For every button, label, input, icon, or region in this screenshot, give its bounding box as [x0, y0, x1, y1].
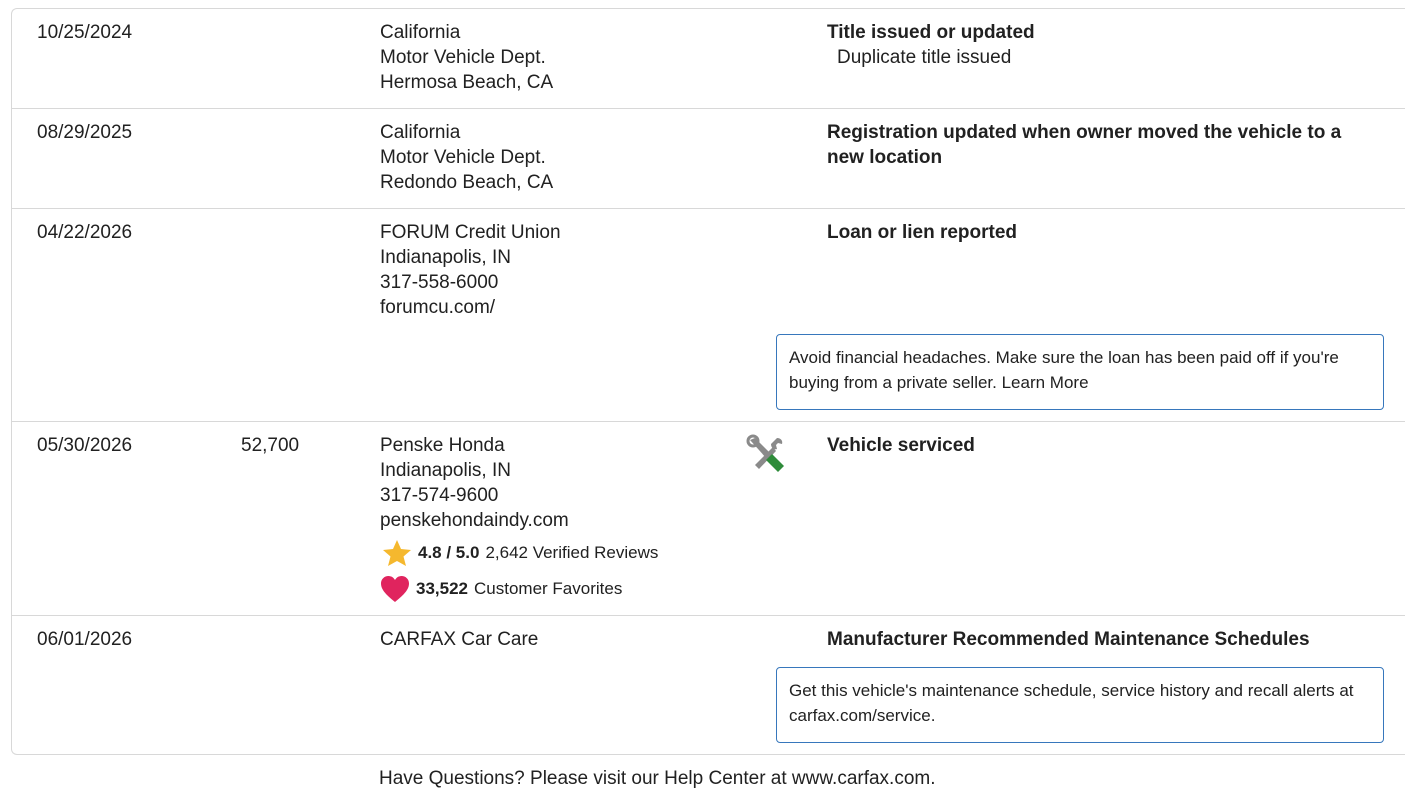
source-line: Hermosa Beach, CA: [380, 72, 554, 93]
source-line: Indianapolis, IN: [380, 460, 511, 481]
event-headline: Loan or lien reported: [827, 222, 1018, 243]
favorites-label: Customer Favorites: [474, 579, 623, 598]
date-cell: 05/30/2026: [37, 435, 133, 456]
comments-cell: Manufacturer Recommended Maintenance Sch…: [827, 627, 1405, 652]
rating-line[interactable]: 4.8 / 5.0 2,642 Verified Reviews: [382, 539, 658, 567]
source-line: CARFAX Car Care: [380, 629, 539, 650]
favorites-count: 33,522: [416, 579, 468, 598]
source-line: Indianapolis, IN: [380, 247, 511, 268]
event-headline: Manufacturer Recommended Maintenance Sch…: [827, 629, 1310, 650]
review-count: 2,642 Verified Reviews: [485, 543, 659, 562]
rating-score: 4.8 / 5.0: [418, 543, 480, 562]
date-cell: 10/25/2024: [37, 22, 133, 43]
comments-cell: Vehicle serviced: [827, 433, 1387, 458]
source-line: Motor Vehicle Dept.: [380, 47, 546, 68]
source-line: Redondo Beach, CA: [380, 172, 554, 193]
service-tools-icon: [746, 434, 786, 481]
source-cell: FORUM Credit Union Indianapolis, IN 317-…: [380, 220, 561, 320]
source-cell: California Motor Vehicle Dept. Hermosa B…: [380, 20, 553, 95]
table-row: 04/22/2026 FORUM Credit Union Indianapol…: [12, 208, 1405, 421]
loan-info-callout[interactable]: Avoid financial headaches. Make sure the…: [776, 334, 1384, 410]
source-cell: Penske Honda Indianapolis, IN 317-574-96…: [380, 433, 658, 603]
source-cell: CARFAX Car Care: [380, 627, 538, 652]
source-link[interactable]: forumcu.com/: [380, 295, 561, 320]
date-cell: 08/29/2025: [37, 122, 133, 143]
event-headline: Title issued or updated: [827, 22, 1035, 43]
source-line: FORUM Credit Union: [380, 222, 561, 243]
comments-cell: Registration updated when owner moved th…: [827, 120, 1372, 170]
event-headline: Registration updated when owner moved th…: [827, 122, 1342, 168]
comments-cell: Loan or lien reported: [827, 220, 1387, 245]
source-line: 317-558-6000: [380, 272, 499, 293]
star-icon: [382, 539, 412, 567]
history-table: 10/25/2024 California Motor Vehicle Dept…: [11, 8, 1405, 755]
source-line: California: [380, 22, 461, 43]
source-cell: California Motor Vehicle Dept. Redondo B…: [380, 120, 553, 195]
favorites-line[interactable]: 33,522 Customer Favorites: [380, 575, 658, 603]
event-headline: Vehicle serviced: [827, 435, 975, 456]
odometer-cell: 52,700: [241, 435, 300, 456]
table-row: 08/29/2025 California Motor Vehicle Dept…: [12, 108, 1405, 208]
source-line: Penske Honda: [380, 435, 505, 456]
table-row: 06/01/2026 CARFAX Car Care Manufacturer …: [12, 615, 1405, 754]
service-info-callout[interactable]: Get this vehicle's maintenance schedule,…: [776, 667, 1384, 743]
date-cell: 04/22/2026: [37, 222, 133, 243]
help-center-footer[interactable]: Have Questions? Please visit our Help Ce…: [379, 766, 936, 791]
heart-icon: [380, 575, 410, 603]
table-row: 05/30/2026 52,700 Penske Honda Indianapo…: [12, 421, 1405, 615]
source-link[interactable]: penskehondaindy.com: [380, 508, 658, 533]
event-detail: Duplicate title issued: [837, 47, 1012, 68]
source-line: Motor Vehicle Dept.: [380, 147, 546, 168]
date-cell: 06/01/2026: [37, 629, 133, 650]
source-line: 317-574-9600: [380, 485, 499, 506]
table-row: 10/25/2024 California Motor Vehicle Dept…: [12, 9, 1405, 108]
source-line: California: [380, 122, 461, 143]
comments-cell: Title issued or updated Duplicate title …: [827, 20, 1387, 70]
